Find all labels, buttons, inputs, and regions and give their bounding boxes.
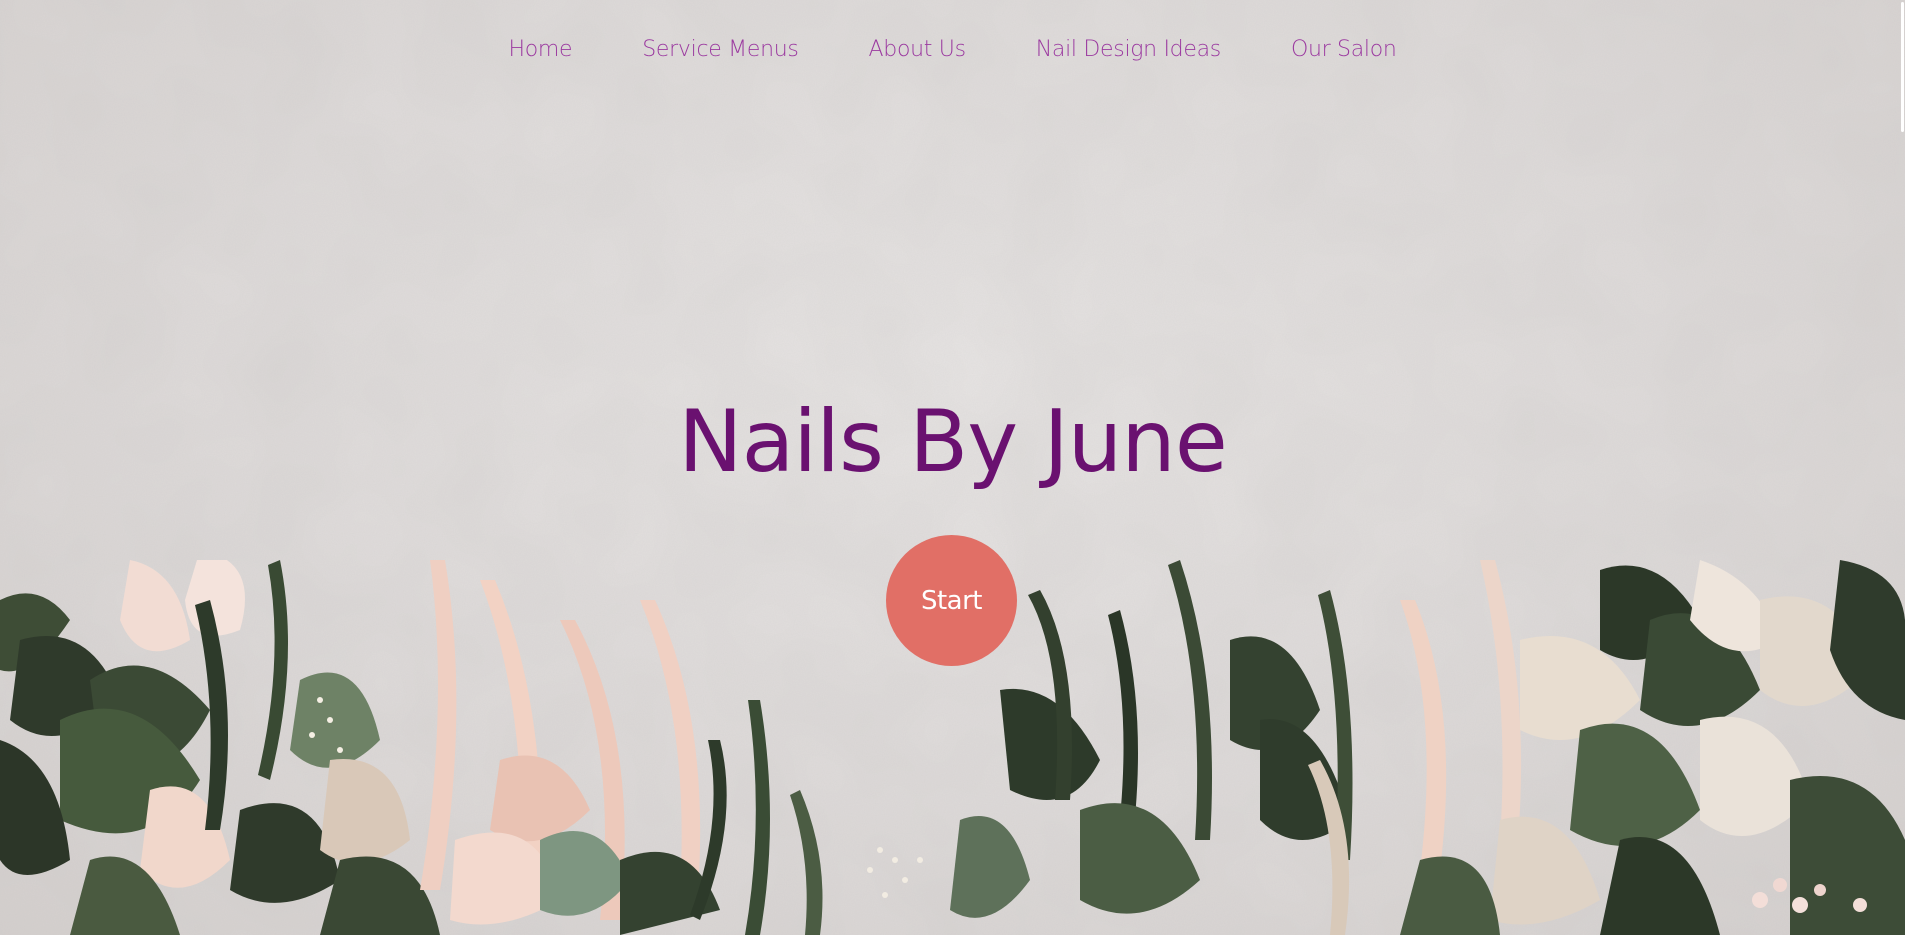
center-right-green-leaves (950, 560, 1353, 935)
page-title: Nails By June (678, 392, 1227, 492)
hero-page: Home Service Menus About Us Nail Design … (0, 0, 1905, 935)
nav-link-home[interactable]: Home (508, 34, 572, 66)
foliage-decoration-image (0, 560, 1905, 935)
page-scrollbar[interactable] (1899, 0, 1905, 935)
right-foliage-cluster (1400, 560, 1905, 935)
center-pink-fern-cluster (420, 560, 823, 935)
nav-link-service-menus[interactable]: Service Menus (642, 34, 799, 66)
scrollbar-thumb[interactable] (1901, 2, 1904, 132)
main-navigation: Home Service Menus About Us Nail Design … (0, 34, 1905, 66)
nav-link-about-us[interactable]: About Us (869, 34, 967, 66)
left-foliage-cluster (0, 560, 440, 935)
nav-link-our-salon[interactable]: Our Salon (1291, 34, 1397, 66)
nav-link-nail-design-ideas[interactable]: Nail Design Ideas (1036, 34, 1221, 66)
